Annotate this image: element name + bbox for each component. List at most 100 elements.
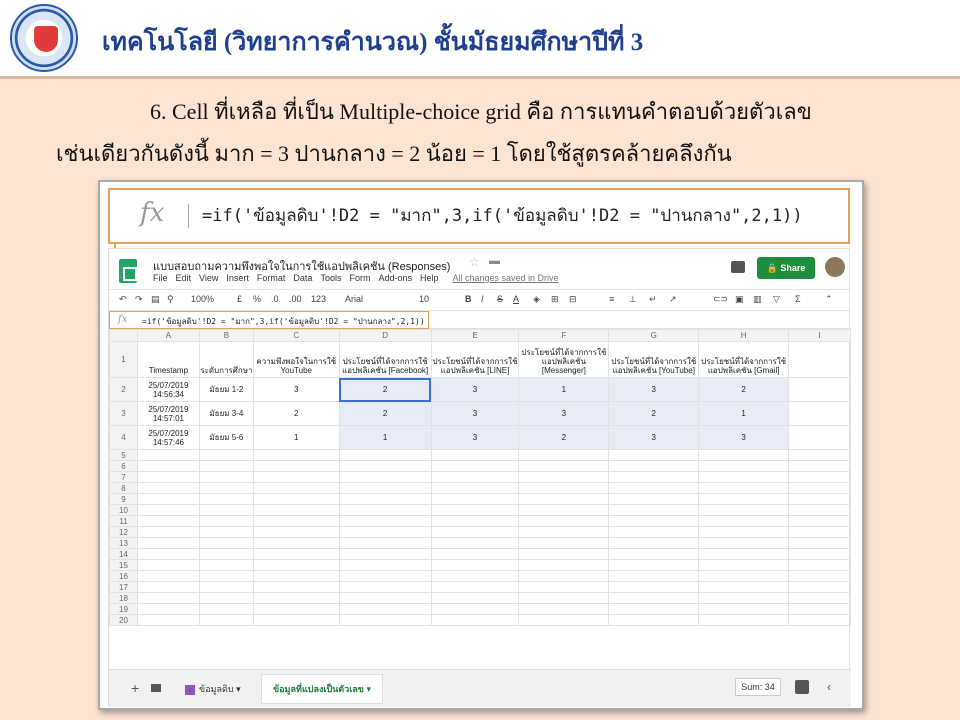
cell[interactable]: [608, 526, 700, 538]
comment-icon[interactable]: [731, 261, 745, 273]
cell[interactable]: [518, 471, 610, 483]
cell[interactable]: [198, 570, 254, 582]
cell[interactable]: [788, 559, 851, 571]
cell[interactable]: 3: [430, 401, 520, 426]
menu-addons[interactable]: Add-ons: [378, 273, 412, 283]
cell[interactable]: 1: [698, 401, 790, 426]
cell[interactable]: [136, 537, 200, 549]
cell[interactable]: [338, 471, 432, 483]
cell[interactable]: [518, 581, 610, 593]
menu-tools[interactable]: Tools: [320, 273, 341, 283]
cell[interactable]: [252, 504, 340, 516]
cell[interactable]: [198, 559, 254, 571]
cell[interactable]: [788, 482, 851, 494]
cell[interactable]: [136, 603, 200, 615]
cell[interactable]: [136, 482, 200, 494]
cell[interactable]: [788, 614, 851, 626]
cell[interactable]: [788, 603, 851, 615]
cell[interactable]: [518, 449, 610, 461]
cell[interactable]: [518, 526, 610, 538]
row-header[interactable]: 12: [109, 526, 138, 538]
cell[interactable]: [136, 460, 200, 472]
row-header[interactable]: 2: [109, 377, 138, 402]
menu-insert[interactable]: Insert: [226, 273, 249, 283]
cell[interactable]: [136, 515, 200, 527]
cell[interactable]: [788, 401, 851, 426]
cell[interactable]: [338, 460, 432, 472]
menu-file[interactable]: File: [153, 273, 168, 283]
cell[interactable]: [788, 548, 851, 560]
cell[interactable]: 25/07/2019 14:57:01: [136, 401, 200, 426]
insert-comment-icon[interactable]: ▣: [735, 294, 744, 305]
cell[interactable]: [430, 548, 520, 560]
chevron-left-icon[interactable]: ‹: [827, 680, 831, 694]
cell[interactable]: [430, 592, 520, 604]
cell[interactable]: [430, 570, 520, 582]
align-vertical-icon[interactable]: ⊥: [629, 294, 637, 305]
cell[interactable]: [518, 515, 610, 527]
cell[interactable]: [338, 581, 432, 593]
align-horizontal-icon[interactable]: ≡: [609, 294, 614, 304]
cell[interactable]: [698, 515, 790, 527]
cell[interactable]: [252, 548, 340, 560]
italic-button[interactable]: I: [481, 294, 484, 304]
cell[interactable]: [198, 504, 254, 516]
cell[interactable]: [252, 471, 340, 483]
cell[interactable]: [338, 504, 432, 516]
cell[interactable]: 3: [430, 425, 520, 450]
borders-icon[interactable]: ⊞: [551, 294, 559, 305]
cell[interactable]: [338, 449, 432, 461]
cell[interactable]: [608, 570, 700, 582]
cell[interactable]: [608, 603, 700, 615]
row-header[interactable]: 7: [109, 471, 138, 483]
cell[interactable]: [518, 592, 610, 604]
cell[interactable]: [338, 515, 432, 527]
menu-data[interactable]: Data: [293, 273, 312, 283]
row-header[interactable]: 6: [109, 460, 138, 472]
cell[interactable]: [136, 592, 200, 604]
row-header[interactable]: 17: [109, 581, 138, 593]
cell[interactable]: [430, 515, 520, 527]
text-wrap-icon[interactable]: ↵: [649, 294, 657, 305]
row-header[interactable]: 3: [109, 401, 138, 426]
col-header-i[interactable]: I: [788, 329, 851, 342]
avatar[interactable]: [825, 257, 845, 277]
cell[interactable]: [788, 592, 851, 604]
cell[interactable]: [518, 559, 610, 571]
cell[interactable]: [788, 493, 851, 505]
cell[interactable]: [252, 581, 340, 593]
cell[interactable]: [136, 493, 200, 505]
percent-button[interactable]: %: [253, 294, 261, 304]
cell[interactable]: [518, 537, 610, 549]
col-header-e[interactable]: E: [430, 329, 520, 342]
bold-button[interactable]: B: [465, 294, 472, 304]
tab-raw-data[interactable]: ข้อมูลดิบ ▾: [185, 682, 241, 696]
cell[interactable]: [698, 460, 790, 472]
folder-icon[interactable]: ▬: [489, 255, 500, 267]
cell[interactable]: [518, 493, 610, 505]
cell[interactable]: [198, 515, 254, 527]
cell[interactable]: 2: [252, 401, 340, 426]
all-sheets-icon[interactable]: [151, 684, 161, 692]
cell[interactable]: [198, 581, 254, 593]
cell[interactable]: 2: [698, 377, 790, 402]
cell[interactable]: 3: [518, 401, 610, 426]
cell[interactable]: [338, 526, 432, 538]
cell[interactable]: [136, 559, 200, 571]
add-sheet-icon[interactable]: +: [131, 680, 139, 696]
cell[interactable]: [430, 493, 520, 505]
cell[interactable]: [698, 603, 790, 615]
cell[interactable]: [338, 559, 432, 571]
col-header-b[interactable]: B: [198, 329, 254, 342]
cell[interactable]: [136, 548, 200, 560]
cell[interactable]: [608, 614, 700, 626]
cell[interactable]: [338, 537, 432, 549]
cell[interactable]: [430, 526, 520, 538]
cell[interactable]: [788, 504, 851, 516]
cell[interactable]: 25/07/2019 14:57:46: [136, 425, 200, 450]
cell[interactable]: [698, 548, 790, 560]
cell[interactable]: [608, 504, 700, 516]
cell[interactable]: [430, 504, 520, 516]
cell[interactable]: [608, 548, 700, 560]
cell[interactable]: 3: [608, 377, 700, 402]
